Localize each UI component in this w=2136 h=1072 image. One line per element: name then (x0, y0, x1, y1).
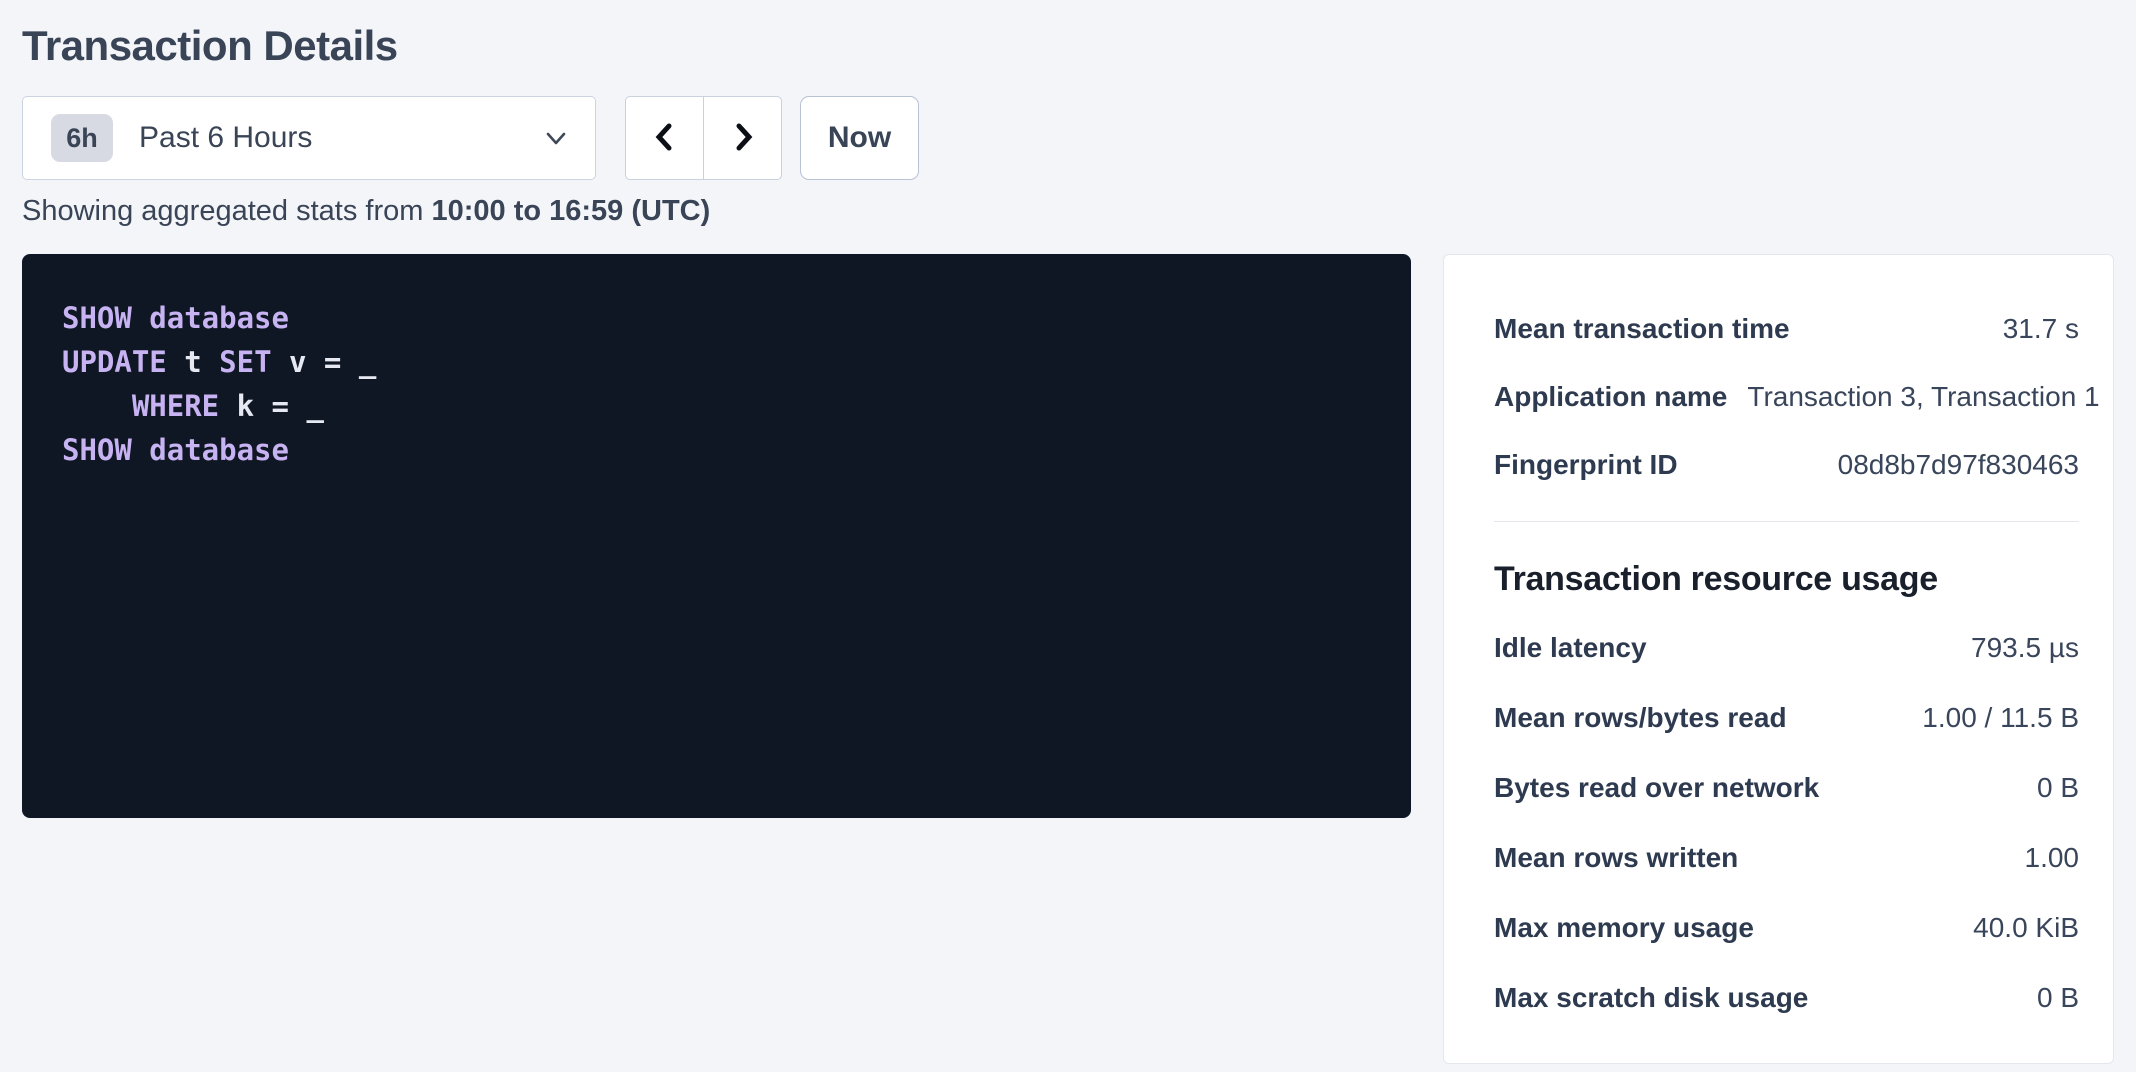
chevron-down-icon (543, 125, 569, 151)
stat-label: Fingerprint ID (1494, 449, 1698, 481)
sql-keyword-token: SHOW database (62, 433, 289, 467)
stat-label: Mean rows written (1494, 842, 1758, 874)
stat-value: Transaction 3, Transaction 1 (1747, 381, 2099, 413)
sql-text-token (62, 389, 132, 423)
card-divider (1494, 521, 2079, 522)
caption-time-range: 10:00 to 16:59 (UTC) (431, 195, 710, 227)
sql-keyword-token: WHERE (132, 389, 219, 423)
resource-usage-stats: Idle latency 793.5 µs Mean rows/bytes read… (1494, 613, 2079, 1033)
sql-code-line: SHOW database (62, 428, 1371, 472)
stat-row: Fingerprint ID 08d8b7d97f830463 (1494, 431, 2079, 499)
sql-text-token: t (167, 345, 219, 379)
sql-code-line: UPDATE t SET v = _ (62, 340, 1371, 384)
prev-time-range-button[interactable] (626, 97, 703, 179)
time-range-pager (625, 96, 782, 180)
stat-row: Mean transaction time 31.7 s (1494, 295, 2079, 363)
stat-value: 1.00 / 11.5 B (1922, 702, 2079, 734)
stat-row: Max memory usage 40.0 KiB (1494, 893, 2079, 963)
stat-label: Mean rows/bytes read (1494, 702, 1807, 734)
time-range-label: Past 6 Hours (139, 121, 543, 155)
stat-value: 31.7 s (2003, 313, 2079, 345)
stat-value: 1.00 (2025, 842, 2080, 874)
time-controls: 6h Past 6 Hours (22, 96, 2114, 180)
sql-text-token: v = _ (272, 345, 377, 379)
stat-row: Mean rows written 1.00 (1494, 823, 2079, 893)
stat-value: 0 B (2037, 772, 2079, 804)
stat-value: 793.5 µs (1971, 632, 2079, 664)
sql-keyword-token: SHOW database (62, 301, 289, 335)
stat-label: Mean transaction time (1494, 313, 1810, 345)
chevron-left-icon (649, 121, 681, 156)
time-range-badge: 6h (51, 114, 113, 162)
sql-statement-box: SHOW database UPDATE t SET v = _ WHERE k … (22, 254, 1411, 818)
stat-label: Bytes read over network (1494, 772, 1839, 804)
stat-row: Mean rows/bytes read 1.00 / 11.5 B (1494, 683, 2079, 753)
sql-keyword-token: SET (219, 345, 271, 379)
transaction-details-card: Mean transaction time 31.7 s Application n… (1443, 254, 2114, 1064)
now-button[interactable]: Now (800, 96, 919, 180)
sql-keyword-token: UPDATE (62, 345, 167, 379)
stat-label: Max memory usage (1494, 912, 1774, 944)
caption-prefix: Showing aggregated stats from (22, 195, 431, 227)
stat-row: Idle latency 793.5 µs (1494, 613, 2079, 683)
summary-stats: Mean transaction time 31.7 s Application n… (1494, 295, 2079, 499)
stat-value: 40.0 KiB (1973, 912, 2079, 944)
aggregated-stats-caption: Showing aggregated stats from 10:00 to 1… (22, 195, 2114, 228)
stat-label: Application name (1494, 381, 1747, 413)
chevron-right-icon (727, 121, 759, 156)
content-area: SHOW database UPDATE t SET v = _ WHERE k … (22, 254, 2114, 1064)
time-range-dropdown[interactable]: 6h Past 6 Hours (22, 96, 596, 180)
sql-text-token: k = _ (219, 389, 324, 423)
stat-label: Max scratch disk usage (1494, 982, 1828, 1014)
resource-usage-heading: Transaction resource usage (1494, 560, 2079, 599)
transaction-details-page: Transaction Details 6h Past 6 Hours (0, 0, 2136, 1064)
stat-row: Application nameTransaction 3, Transacti… (1494, 363, 2079, 431)
sql-code-line: SHOW database (62, 296, 1371, 340)
stat-row: Bytes read over network 0 B (1494, 753, 2079, 823)
sql-code-line: WHERE k = _ (62, 384, 1371, 428)
stat-value: 08d8b7d97f830463 (1838, 449, 2079, 481)
stat-value: 0 B (2037, 982, 2079, 1014)
next-time-range-button[interactable] (704, 97, 781, 179)
page-title: Transaction Details (22, 0, 2114, 70)
stat-row: Max scratch disk usage 0 B (1494, 963, 2079, 1033)
stat-label: Idle latency (1494, 632, 1667, 664)
